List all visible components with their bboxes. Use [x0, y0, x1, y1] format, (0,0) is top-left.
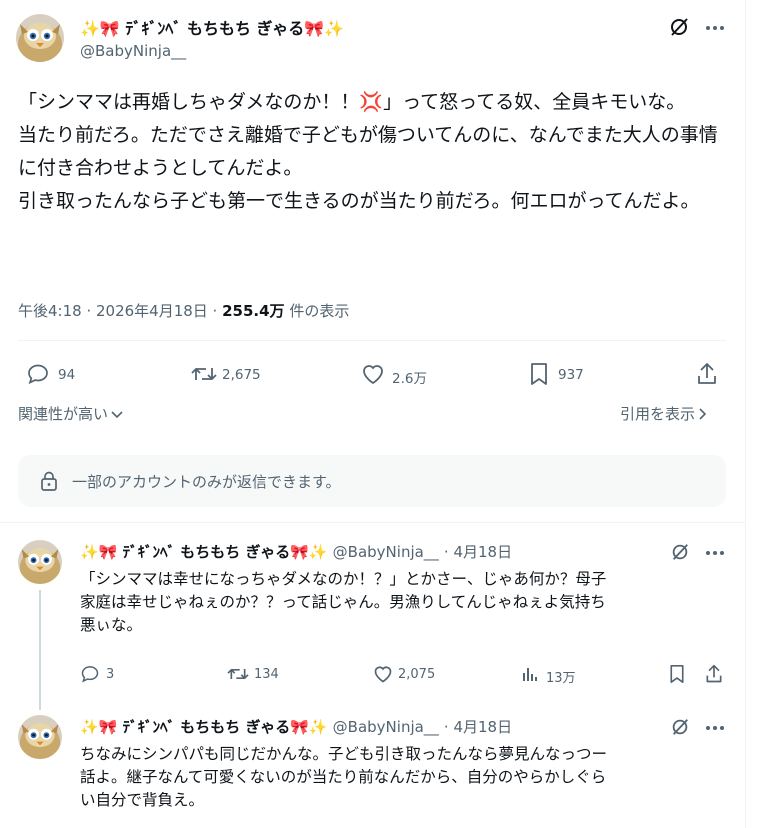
more-options-icon[interactable]: [704, 718, 726, 738]
reply-restriction-text: 一部のアカウントのみが返信できます。: [72, 473, 341, 491]
quotes-label: 引用を表示: [620, 405, 696, 423]
display-name[interactable]: ✨🎀 ﾃﾞｷﾞﾝﾍﾞ もちもち ぎゃる🎀✨: [80, 718, 328, 736]
user-handle[interactable]: @BabyNinja__: [80, 42, 186, 60]
like-count: 2,075: [398, 667, 436, 682]
repost-count: 2,675: [222, 367, 261, 383]
share-icon[interactable]: [704, 663, 724, 685]
column-border: [745, 0, 746, 828]
chevron-right-icon: [698, 406, 707, 424]
sort-label: 関連性が高い: [18, 405, 109, 423]
post-meta: 午後4:18 · 2026年4月18日 · 255.4万 件の表示: [18, 300, 349, 321]
chevron-down-icon: [111, 406, 123, 424]
divider: [0, 522, 745, 523]
analytics-icon[interactable]: [520, 664, 540, 684]
user-handle[interactable]: @BabyNinja__: [333, 718, 439, 736]
view-count: 13万: [546, 671, 576, 686]
divider: [18, 340, 726, 341]
reply-count: 94: [58, 367, 76, 383]
avatar[interactable]: [18, 715, 62, 759]
more-options-icon[interactable]: [704, 543, 726, 563]
view-quotes-link[interactable]: 引用を表示: [620, 403, 707, 424]
bookmark-icon[interactable]: [668, 663, 686, 685]
like-icon[interactable]: [372, 664, 394, 684]
reply-header: ✨🎀 ﾃﾞｷﾞﾝﾍﾞ もちもち ぎゃる🎀✨ @BabyNinja__ · 4月1…: [80, 541, 512, 562]
more-options-icon[interactable]: [704, 18, 726, 38]
repost-icon[interactable]: [226, 664, 250, 684]
grok-icon[interactable]: [670, 717, 690, 737]
bookmark-icon[interactable]: [528, 361, 550, 387]
reply-icon[interactable]: [26, 362, 50, 386]
bookmark-count: 937: [558, 367, 584, 383]
sort-dropdown[interactable]: 関連性が高い: [18, 403, 123, 424]
reply-header: ✨🎀 ﾃﾞｷﾞﾝﾍﾞ もちもち ぎゃる🎀✨ @BabyNinja__ · 4月1…: [80, 716, 512, 737]
view-count: 255.4万: [222, 302, 285, 320]
grok-icon[interactable]: [668, 16, 690, 38]
post-timestamp[interactable]: 午後4:18 · 2026年4月18日 ·: [18, 302, 222, 320]
post-body: 「シンママは再婚しちゃダメなのか！！💢」って怒ってる奴、全員キモいな。 当たり前…: [18, 91, 718, 212]
reply-body: 「シンママは幸せになっちゃダメなのか！？」とかさー、じゃあ何か？母子 家庭は幸せ…: [80, 570, 607, 634]
repost-icon[interactable]: [190, 362, 218, 386]
reply-date[interactable]: · 4月18日: [444, 543, 512, 561]
repost-count: 134: [254, 667, 279, 682]
like-icon[interactable]: [360, 362, 386, 386]
reply-date[interactable]: · 4月18日: [444, 718, 512, 736]
like-count: 2.6万: [392, 371, 427, 387]
lock-icon: [40, 471, 58, 491]
user-handle[interactable]: @BabyNinja__: [333, 543, 439, 561]
thread-line: [39, 590, 41, 710]
share-icon[interactable]: [695, 361, 719, 387]
display-name[interactable]: ✨🎀 ﾃﾞｷﾞﾝﾍﾞ もちもち ぎゃる🎀✨: [80, 15, 344, 39]
avatar[interactable]: [16, 14, 64, 62]
avatar[interactable]: [18, 540, 62, 584]
grok-icon[interactable]: [670, 542, 690, 562]
reply-icon[interactable]: [80, 664, 100, 684]
view-count-suffix: 件の表示: [284, 302, 350, 320]
reply-count: 3: [106, 667, 115, 682]
reply-restriction-notice: 一部のアカウントのみが返信できます。: [18, 455, 726, 507]
display-name[interactable]: ✨🎀 ﾃﾞｷﾞﾝﾍﾞ もちもち ぎゃる🎀✨: [80, 543, 328, 561]
reply-body: ちなみにシンパパも同じだかんな。子ども引き取ったんなら夢見んなっつー 話よ。継子…: [80, 745, 608, 809]
